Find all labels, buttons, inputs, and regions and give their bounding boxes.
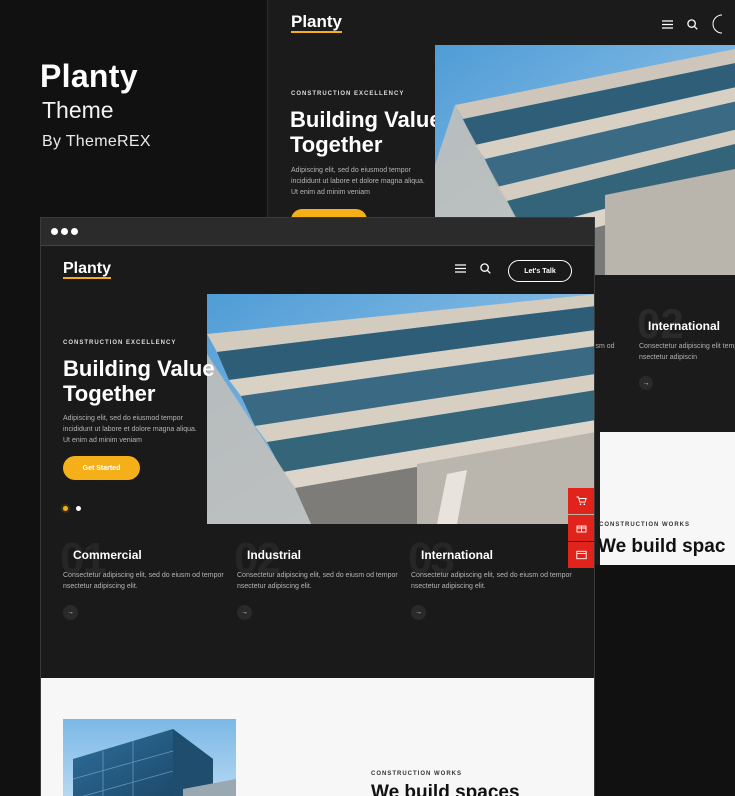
back-card-text: Consectetur adipiscing elit tempor nsect… xyxy=(639,343,735,361)
promo-subtitle: Theme xyxy=(42,97,114,123)
back-header-icons xyxy=(662,14,722,34)
hero-image xyxy=(207,294,594,524)
window-dot[interactable] xyxy=(51,228,58,235)
works-image xyxy=(63,719,236,796)
arrow-right-icon[interactable]: → xyxy=(63,605,78,620)
back-works-eyebrow: CONSTRUCTION WORKS xyxy=(599,522,690,528)
menu-icon[interactable] xyxy=(455,264,466,273)
service-card: 02 Industrial Consectetur adipiscing eli… xyxy=(234,534,407,620)
menu-icon[interactable] xyxy=(662,19,673,29)
header-icons xyxy=(455,263,491,274)
back-hero-eyebrow: CONSTRUCTION EXCELLENCY xyxy=(291,91,405,97)
gift-icon[interactable] xyxy=(568,515,594,541)
back-works-headline: We build spac xyxy=(598,536,726,557)
search-icon[interactable] xyxy=(480,263,491,274)
browser-titlebar xyxy=(41,218,594,246)
promo-byline: By ThemeREX xyxy=(42,133,151,150)
promo-title: Planty xyxy=(40,58,138,94)
hero-paragraph: Adipiscing elit, sed do eiusmod tempor i… xyxy=(63,415,197,444)
works-eyebrow: CONSTRUCTION WORKS xyxy=(371,771,462,777)
search-icon[interactable] xyxy=(687,18,698,30)
back-logo-text: Planty xyxy=(291,12,343,33)
service-title: International xyxy=(421,548,494,562)
browser-window: Planty Let's Talk CONSTRUCTION EXCELLENC… xyxy=(40,217,595,796)
back-logo[interactable]: Planty xyxy=(291,12,343,33)
window-dot[interactable] xyxy=(61,228,68,235)
arrow-right-icon[interactable]: → xyxy=(237,605,252,620)
works-headline: We build spaces xyxy=(371,782,520,796)
site-logo[interactable]: Planty xyxy=(63,260,112,279)
service-text: Consectetur adipiscing elit, sed do eius… xyxy=(237,572,398,590)
slider-dot[interactable] xyxy=(76,506,81,511)
hero-headline: Building Value Together xyxy=(63,356,215,406)
back-hero-paragraph: Adipiscing elit, sed do eiusmod tempor i… xyxy=(291,167,425,196)
get-started-button[interactable]: Get Started xyxy=(63,456,140,480)
service-title: Commercial xyxy=(73,548,142,562)
service-text: Consectetur adipiscing elit, sed do eius… xyxy=(63,572,224,590)
service-card: 03 International Consectetur adipiscing … xyxy=(408,534,581,620)
talk-button-partial[interactable] xyxy=(712,14,722,34)
service-text: Consectetur adipiscing elit, sed do eius… xyxy=(411,572,572,590)
site-logo-text: Planty xyxy=(63,260,112,279)
window-icon[interactable] xyxy=(568,542,594,568)
window-dot[interactable] xyxy=(71,228,78,235)
lets-talk-button[interactable]: Let's Talk xyxy=(508,260,572,282)
slider-pagination xyxy=(63,506,81,511)
arrow-right-icon[interactable]: → xyxy=(411,605,426,620)
service-title: Industrial xyxy=(247,548,302,562)
slider-dot-active[interactable] xyxy=(63,506,68,511)
hero-eyebrow: CONSTRUCTION EXCELLENCY xyxy=(63,340,177,346)
works-section: CONSTRUCTION WORKS We build spaces xyxy=(41,678,594,796)
arrow-right-icon[interactable]: → xyxy=(639,376,653,390)
service-card: 01 Commercial Consectetur adipiscing eli… xyxy=(60,534,233,620)
cart-icon[interactable] xyxy=(568,488,594,514)
back-card-title: International xyxy=(648,319,721,333)
side-widget-bar xyxy=(568,488,594,568)
